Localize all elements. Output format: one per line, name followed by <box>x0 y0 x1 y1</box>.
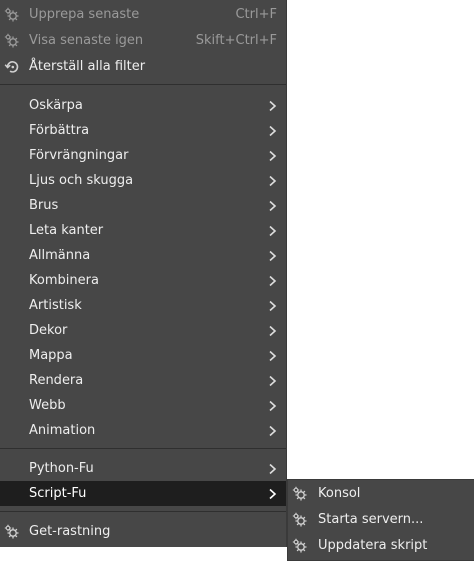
submenu-arrow-icon <box>268 225 277 237</box>
menu-item-label: Förbättra <box>29 123 90 138</box>
submenu-item-label: Starta servern... <box>318 512 424 527</box>
filters-menu: Upprepa senaste Ctrl+F Visa senaste igen… <box>0 0 287 547</box>
menu-item-label: Leta kanter <box>29 223 104 238</box>
menu-item-distorts[interactable]: Förvrängningar <box>0 143 286 168</box>
menu-item-label: Artistisk <box>29 298 82 313</box>
menu-item-label: Återställ alla filter <box>29 59 146 74</box>
submenu-arrow-icon <box>268 375 277 387</box>
menu-separator <box>0 511 286 512</box>
submenu-arrow-icon <box>268 488 277 500</box>
menu-item-label: Script-Fu <box>29 486 87 501</box>
menu-item-label: Python-Fu <box>29 461 94 476</box>
submenu-item-label: Konsol <box>318 486 361 501</box>
filter-repeat-icon <box>4 7 20 23</box>
shortcut-label: Skift+Ctrl+F <box>195 33 277 48</box>
submenu-arrow-icon <box>268 125 277 137</box>
submenu-arrow-icon <box>268 425 277 437</box>
menu-item-label: Webb <box>29 398 66 413</box>
shortcut-label: Ctrl+F <box>235 7 277 22</box>
menu-item-label: Oskärpa <box>29 98 83 113</box>
menu-item-render[interactable]: Rendera <box>0 368 286 393</box>
menu-item-edge-detect[interactable]: Leta kanter <box>0 218 286 243</box>
menu-item-label: Mappa <box>29 348 73 363</box>
menu-item-label: Rendera <box>29 373 84 388</box>
menu-item-web[interactable]: Webb <box>0 393 286 418</box>
gear-icon <box>292 538 308 554</box>
script-fu-submenu: Konsol Starta servern... Uppdatera skrip… <box>287 479 474 561</box>
menu-item-label: Kombinera <box>29 273 99 288</box>
menu-item-python-fu[interactable]: Python-Fu <box>0 456 286 481</box>
submenu-arrow-icon <box>268 300 277 312</box>
menu-item-label: Visa senaste igen <box>29 33 144 48</box>
gear-icon <box>292 486 308 502</box>
filter-reshow-icon <box>4 33 20 49</box>
menu-item-label: Förvrängningar <box>29 148 129 163</box>
menu-item-label: Brus <box>29 198 59 213</box>
menu-item-artistic[interactable]: Artistisk <box>0 293 286 318</box>
submenu-item-refresh-scripts[interactable]: Uppdatera skript <box>288 533 474 558</box>
submenu-arrow-icon <box>268 100 277 112</box>
menu-item-label: Ljus och skugga <box>29 173 134 188</box>
menu-item-generic[interactable]: Allmänna <box>0 243 286 268</box>
menu-item-label: Allmänna <box>29 248 91 263</box>
menu-item-reshow-last[interactable]: Visa senaste igen Skift+Ctrl+F <box>0 28 286 53</box>
menu-item-noise[interactable]: Brus <box>0 193 286 218</box>
submenu-arrow-icon <box>268 175 277 187</box>
menu-item-label: Upprepa senaste <box>29 7 140 22</box>
menu-item-repeat-last[interactable]: Upprepa senaste Ctrl+F <box>0 2 286 27</box>
submenu-arrow-icon <box>268 325 277 337</box>
menu-item-label: Animation <box>29 423 96 438</box>
reset-icon <box>4 60 19 73</box>
submenu-arrow-icon <box>268 200 277 212</box>
menu-item-label: Get-rastning <box>29 524 111 539</box>
menu-item-blur[interactable]: Oskärpa <box>0 93 286 118</box>
menu-item-label: Dekor <box>29 323 68 338</box>
submenu-arrow-icon <box>268 463 277 475</box>
submenu-item-console[interactable]: Konsol <box>288 481 474 506</box>
screen: Upprepa senaste Ctrl+F Visa senaste igen… <box>0 0 474 561</box>
gear-icon <box>4 524 20 540</box>
submenu-arrow-icon <box>268 350 277 362</box>
submenu-arrow-icon <box>268 150 277 162</box>
menu-item-combine[interactable]: Kombinera <box>0 268 286 293</box>
submenu-arrow-icon <box>268 250 277 262</box>
menu-item-decor[interactable]: Dekor <box>0 318 286 343</box>
menu-item-gegl-graph[interactable]: Get-rastning <box>0 519 286 544</box>
menu-item-reset-all-filters[interactable]: Återställ alla filter <box>0 54 286 79</box>
submenu-arrow-icon <box>268 400 277 412</box>
menu-item-animation[interactable]: Animation <box>0 418 286 443</box>
submenu-item-start-server[interactable]: Starta servern... <box>288 507 474 532</box>
menu-item-map[interactable]: Mappa <box>0 343 286 368</box>
menu-item-script-fu[interactable]: Script-Fu <box>0 481 286 506</box>
menu-separator <box>0 448 286 449</box>
menu-item-enhance[interactable]: Förbättra <box>0 118 286 143</box>
menu-item-light-and-shadow[interactable]: Ljus och skugga <box>0 168 286 193</box>
gear-icon <box>292 512 308 528</box>
menu-separator <box>0 84 286 85</box>
submenu-arrow-icon <box>268 275 277 287</box>
submenu-item-label: Uppdatera skript <box>318 538 428 553</box>
